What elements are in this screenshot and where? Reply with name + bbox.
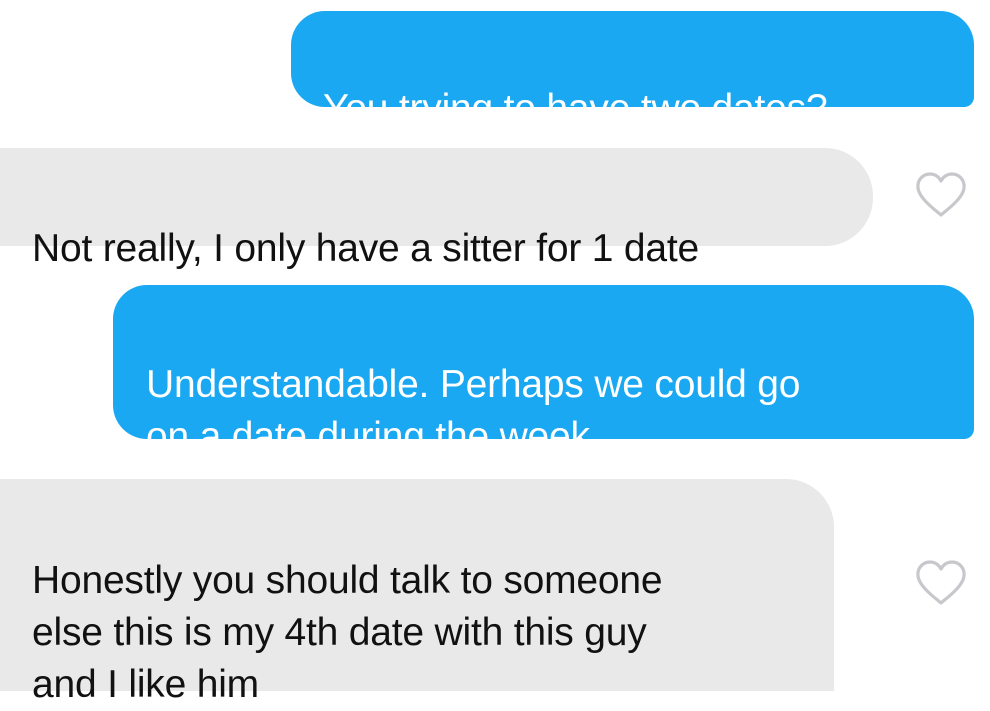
message-text: Not really, I only have a sitter for 1 d… [32, 227, 700, 270]
heart-outline-icon[interactable] [914, 171, 968, 219]
message-text: Understandable. Perhaps we could go on a… [146, 363, 801, 458]
sent-message-bubble[interactable]: Understandable. Perhaps we could go on a… [113, 285, 974, 458]
heart-outline-icon[interactable] [914, 559, 968, 607]
message-text: Honestly you should talk to someone else… [32, 559, 663, 706]
message-text: You trying to have two dates? [323, 87, 828, 130]
sent-message-bubble[interactable]: You trying to have two dates? [291, 11, 974, 130]
received-message-bubble[interactable]: Not really, I only have a sitter for 1 d… [0, 148, 873, 270]
received-message-bubble[interactable]: Honestly you should talk to someone else… [0, 479, 834, 706]
